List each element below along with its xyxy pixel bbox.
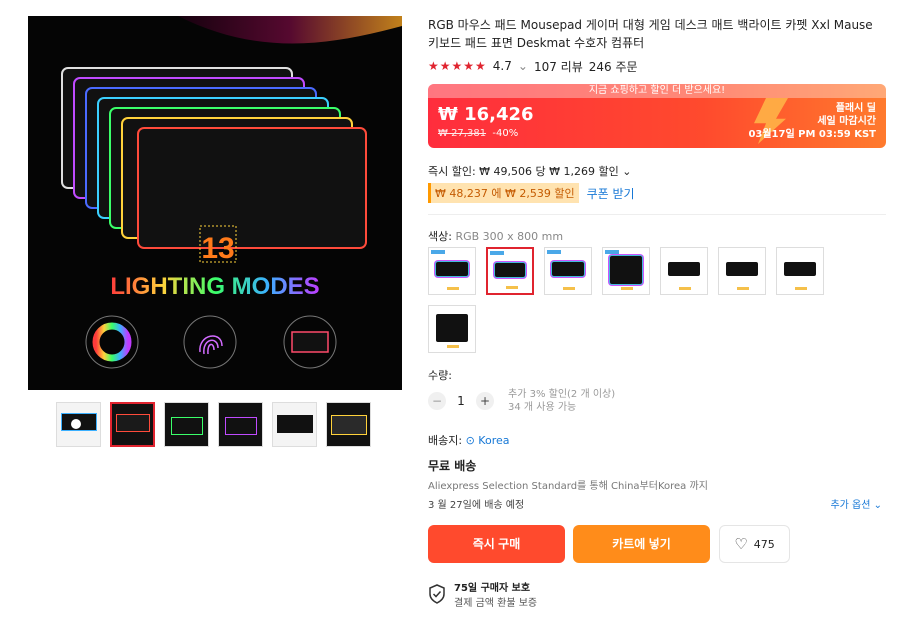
- ship-to-row: 배송지: ⊙ Korea: [428, 432, 509, 448]
- coupon-badge: ₩ 48,237 에 ₩ 2,539 할인: [428, 183, 579, 203]
- protection-title: 75일 구매자 보호: [454, 583, 531, 594]
- thumbnail-6[interactable]: [326, 402, 371, 447]
- hero-number: 13: [201, 232, 234, 265]
- ship-to-label: 배송지:: [428, 434, 463, 447]
- wishlist-count: 475: [753, 537, 775, 551]
- protection-subtitle: 결제 금액 환불 보증: [454, 598, 538, 609]
- swatch-7[interactable]: [776, 247, 824, 295]
- flash-deal-label: 플래시 딜: [835, 103, 876, 114]
- buyer-protection: 75일 구매자 보호 결제 금액 환불 보증: [428, 579, 537, 609]
- hero-headline: LIGHTING MODES: [110, 273, 319, 300]
- flash-deal-info: 플래시 딜 세일 마감시간 03월17일 PM 03:59 KST: [748, 102, 876, 141]
- rating-chevron-icon[interactable]: ⌄: [518, 59, 528, 73]
- color-label: 색상:: [428, 230, 452, 243]
- delivery-date: 3 월 27일에 배송 예정: [428, 500, 525, 511]
- thumbnail-3[interactable]: [164, 402, 209, 447]
- add-to-cart-button[interactable]: 카트에 넣기: [573, 525, 710, 563]
- more-options-link[interactable]: 추가 옵션 ⌄: [830, 496, 882, 511]
- shipping-description: Aliexpress Selection Standard를 통해 China부…: [428, 481, 708, 492]
- rating-row: ★★★★★ 4.7 ⌄ 107 리뷰 246 주문: [428, 58, 886, 74]
- divider: [428, 214, 886, 215]
- order-count: 246 주문: [588, 59, 638, 74]
- quantity-plus-button[interactable]: +: [476, 392, 494, 410]
- thumbnail-2[interactable]: [110, 402, 155, 447]
- star-rating-icon: ★★★★★: [428, 59, 487, 73]
- swatch-3[interactable]: [544, 247, 592, 295]
- color-label-row: 색상: RGB 300 x 800 mm: [428, 228, 563, 244]
- thumbnail-strip: [56, 402, 371, 447]
- swatch-5[interactable]: [660, 247, 708, 295]
- instant-discount[interactable]: 즉시 할인: ₩ 49,506 당 ₩ 1,269 할인 ⌄: [428, 163, 631, 179]
- swatch-4[interactable]: [602, 247, 650, 295]
- heart-icon: ♡: [734, 535, 748, 553]
- quantity-notes: 추가 3% 할인(2 개 이상) 34 개 사용 가능: [508, 388, 615, 414]
- coupon-row: ₩ 48,237 에 ₩ 2,539 할인 쿠폰 받기: [428, 183, 635, 203]
- rating-value[interactable]: 4.7: [493, 59, 512, 73]
- shield-check-icon: [429, 584, 445, 604]
- original-price-row: ₩ 27,381 -40%: [438, 128, 518, 139]
- quantity-label: 수량:: [428, 369, 452, 382]
- quantity-stepper: − 1 + 추가 3% 할인(2 개 이상) 34 개 사용 가능: [428, 388, 615, 414]
- swatch-8[interactable]: [428, 305, 476, 353]
- wishlist-button[interactable]: ♡ 475: [719, 525, 790, 563]
- thumbnail-5[interactable]: [272, 402, 317, 447]
- original-price: ₩ 27,381: [438, 128, 487, 139]
- ship-to-location[interactable]: Korea: [478, 434, 509, 447]
- buy-now-button[interactable]: 즉시 구매: [428, 525, 565, 563]
- thumbnail-4[interactable]: [218, 402, 263, 447]
- discount-percent: -40%: [492, 128, 519, 139]
- bulk-discount-note: 추가 3% 할인(2 개 이상): [508, 389, 616, 400]
- swatch-1[interactable]: [428, 247, 476, 295]
- quantity-value[interactable]: 1: [454, 394, 468, 408]
- main-product-image[interactable]: 13 LIGHTING MODES: [28, 16, 402, 390]
- location-pin-icon[interactable]: ⊙: [466, 434, 475, 447]
- swatch-6[interactable]: [718, 247, 766, 295]
- mousepad-hero-graphic: 13 LIGHTING MODES: [28, 16, 402, 390]
- swatch-2[interactable]: [486, 247, 534, 295]
- stock-note: 34 개 사용 가능: [508, 402, 577, 413]
- product-info-panel: RGB 마우스 패드 Mousepad 게이머 대형 게임 데스크 매트 백라이…: [428, 16, 886, 609]
- flash-deal-end-time: 03월17일 PM 03:59 KST: [748, 129, 876, 140]
- current-price: ₩ 16,426: [438, 104, 534, 125]
- flash-deal-price-banner: 지금 쇼핑하고 할인 더 받으세요! ₩ 16,426 ₩ 27,381 -40…: [428, 84, 886, 148]
- flash-deal-end-label: 세일 마감시간: [817, 116, 876, 127]
- thumbnail-1[interactable]: [56, 402, 101, 447]
- color-swatches: [428, 247, 838, 353]
- free-shipping: 무료 배송: [428, 459, 477, 473]
- get-coupon-link[interactable]: 쿠폰 받기: [587, 185, 635, 202]
- product-title: RGB 마우스 패드 Mousepad 게이머 대형 게임 데스크 매트 백라이…: [428, 18, 873, 50]
- banner-hint: 지금 쇼핑하고 할인 더 받으세요!: [428, 84, 886, 98]
- review-count[interactable]: 107 리뷰: [534, 58, 583, 75]
- color-value: RGB 300 x 800 mm: [455, 230, 564, 243]
- quantity-minus-button[interactable]: −: [428, 392, 446, 410]
